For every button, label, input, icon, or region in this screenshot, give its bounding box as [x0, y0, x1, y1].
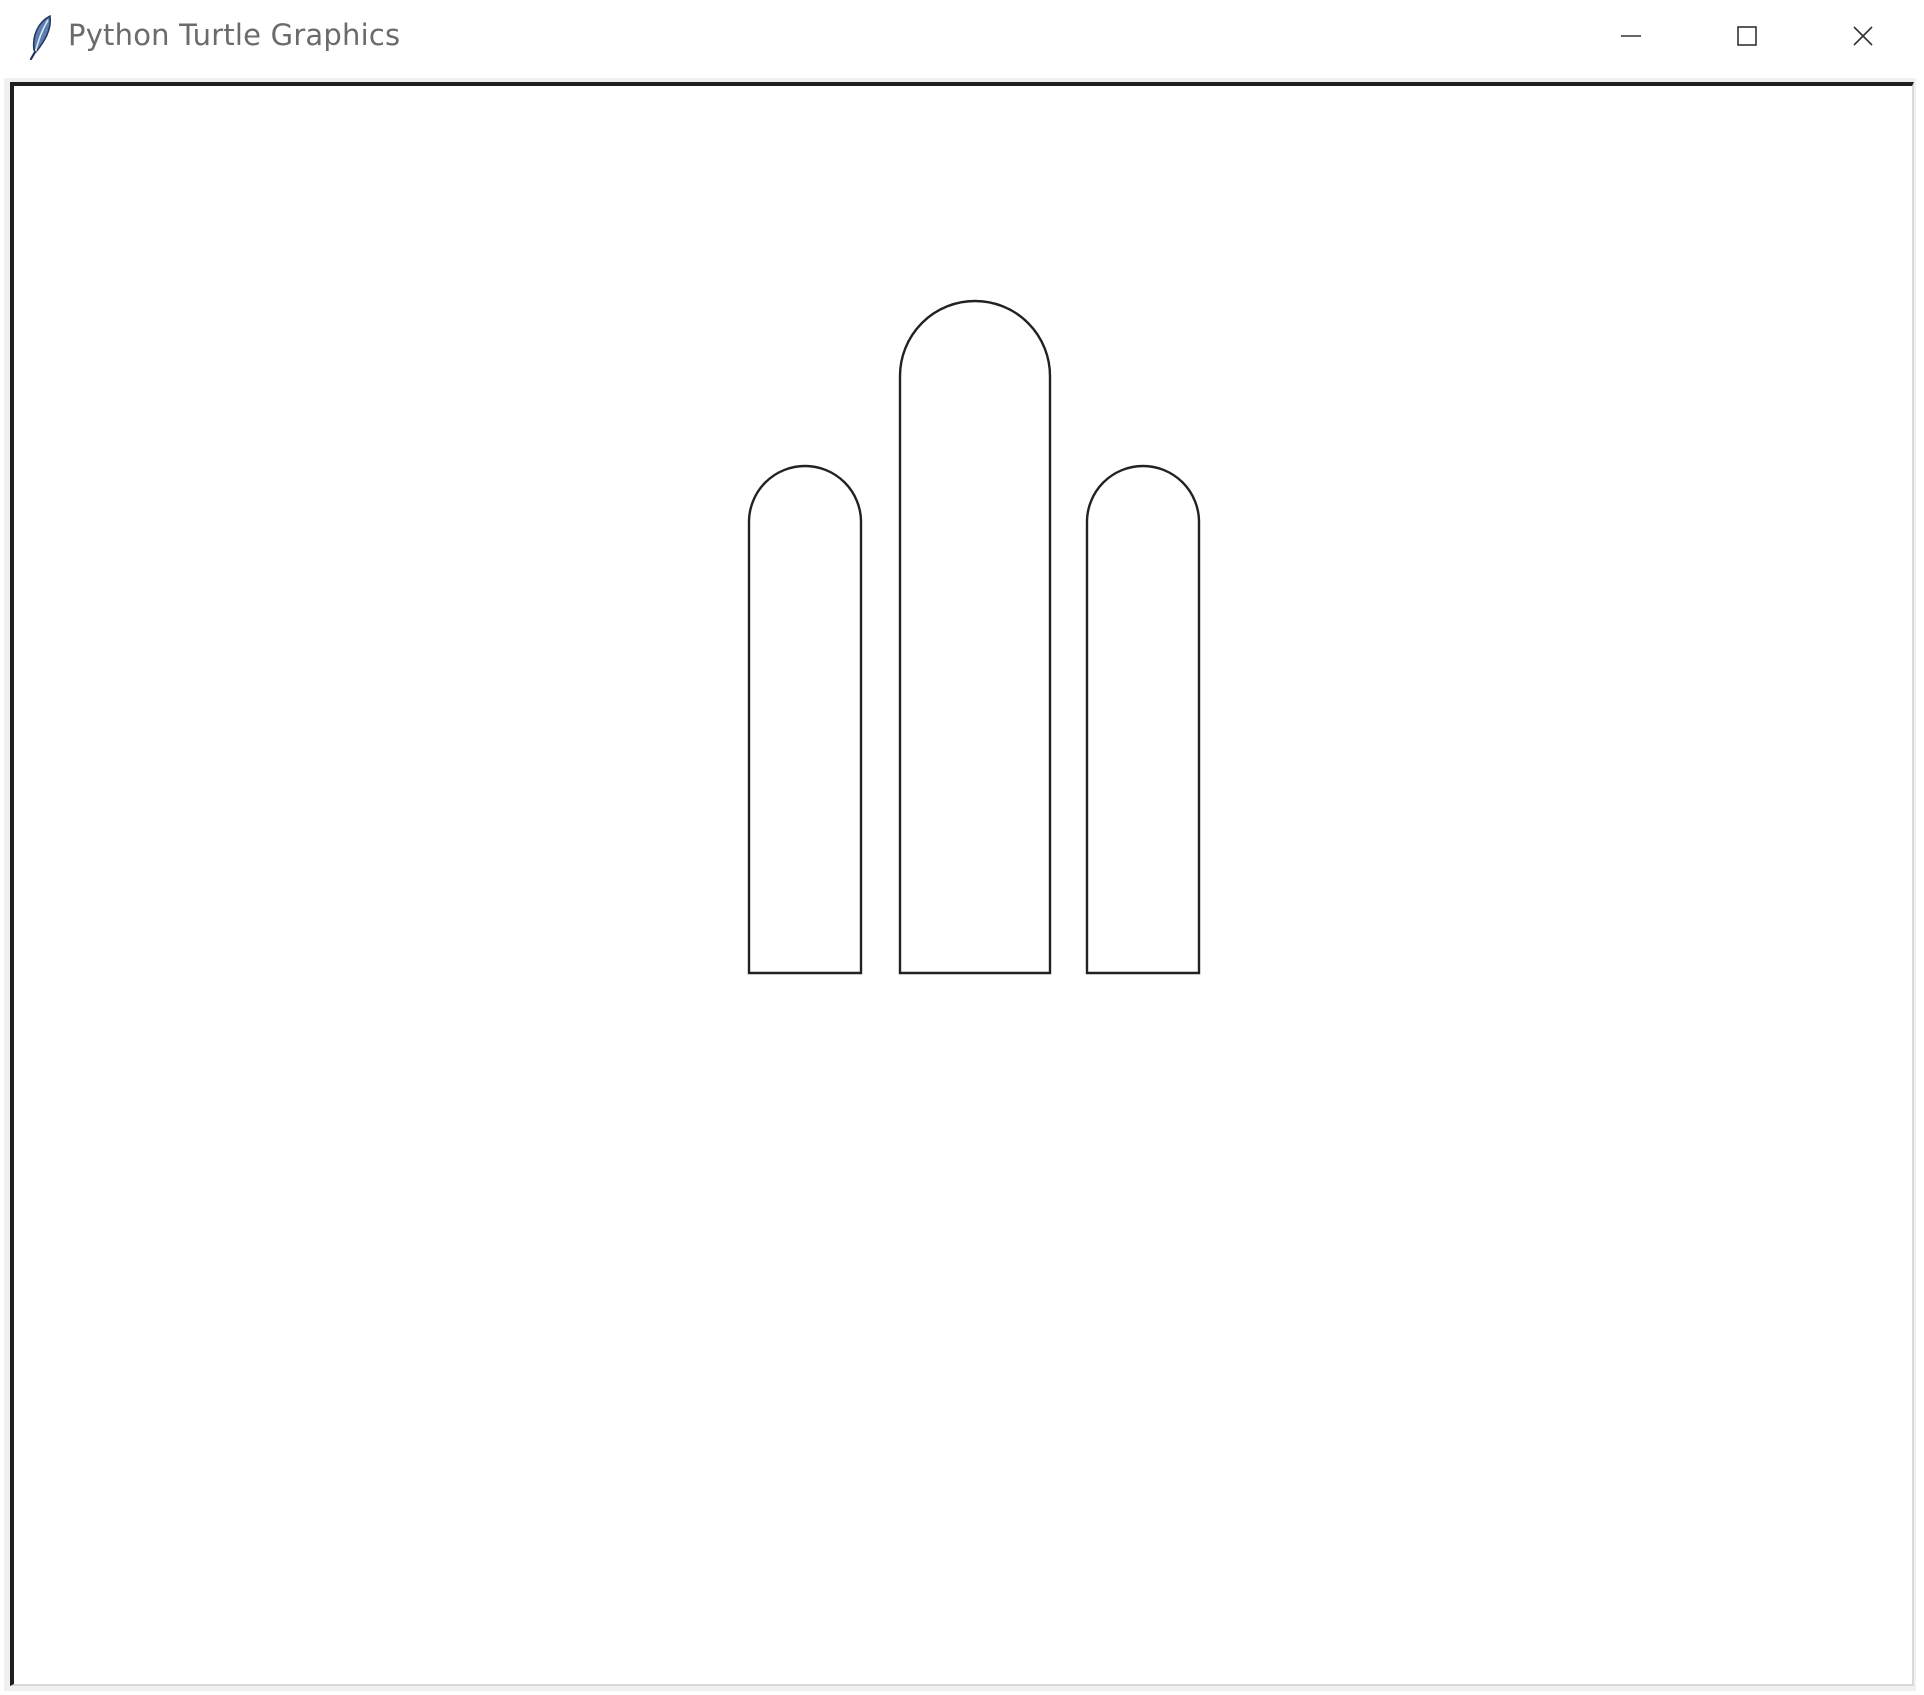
- feather-icon: [24, 14, 58, 61]
- minimize-button[interactable]: [1573, 0, 1689, 72]
- turtle-window: Python Turtle Graphics: [0, 0, 1924, 1695]
- close-icon: [1851, 24, 1875, 48]
- middle-arch: [898, 299, 1052, 975]
- maximize-icon: [1735, 24, 1759, 48]
- title-bar[interactable]: Python Turtle Graphics: [0, 0, 1924, 76]
- window-title: Python Turtle Graphics: [68, 18, 401, 52]
- drawing-surface: [747, 299, 1201, 975]
- right-arch: [1085, 464, 1201, 975]
- client-area: [4, 78, 1916, 1691]
- minimize-icon: [1619, 24, 1643, 48]
- turtle-canvas[interactable]: [10, 82, 1914, 1686]
- close-button[interactable]: [1805, 0, 1921, 72]
- maximize-button[interactable]: [1689, 0, 1805, 72]
- left-arch: [747, 464, 863, 975]
